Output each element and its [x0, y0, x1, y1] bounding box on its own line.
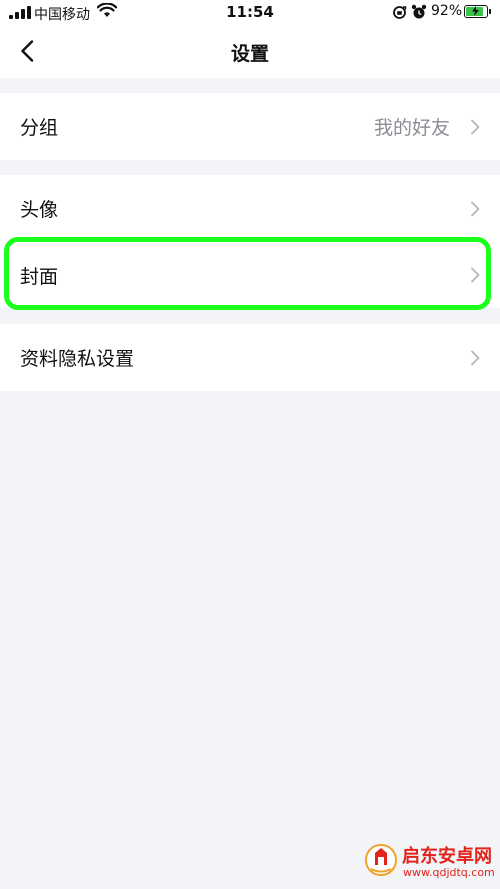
- watermark: 启东安卓网 www.qdjdtq.com: [364, 841, 495, 885]
- watermark-title: 启东安卓网: [402, 846, 492, 867]
- watermark-url: www.qdjdtq.com: [403, 866, 495, 879]
- settings-row-privacy[interactable]: 资料隐私设置: [0, 324, 500, 391]
- chevron-right-icon: [471, 350, 480, 365]
- page-title: 设置: [230, 43, 269, 65]
- chevron-right-icon: [471, 119, 480, 134]
- settings-row-group[interactable]: 分组 我的好友: [0, 93, 500, 160]
- battery-cap: [489, 9, 491, 14]
- battery-icon: [464, 5, 488, 18]
- settings-row-cover[interactable]: 封面: [0, 242, 500, 308]
- chevron-right-icon: [471, 267, 480, 283]
- battery-percent: 92%: [431, 3, 463, 19]
- rotation-lock-icon: [393, 6, 407, 19]
- row-label: 封面: [20, 265, 59, 288]
- settings-row-avatar[interactable]: 头像: [0, 175, 500, 242]
- charging-bolt-icon: [472, 6, 479, 16]
- row-value: 我的好友: [373, 117, 450, 139]
- watermark-logo-icon: [364, 843, 398, 877]
- alarm-icon: [411, 4, 427, 19]
- status-bar: 中国移动 11:54 92%: [0, 0, 500, 26]
- row-label: 分组: [20, 117, 59, 139]
- row-label: 资料隐私设置: [20, 348, 135, 370]
- row-label: 头像: [20, 199, 59, 221]
- chevron-right-icon: [471, 201, 480, 216]
- nav-bar: 设置: [0, 26, 500, 78]
